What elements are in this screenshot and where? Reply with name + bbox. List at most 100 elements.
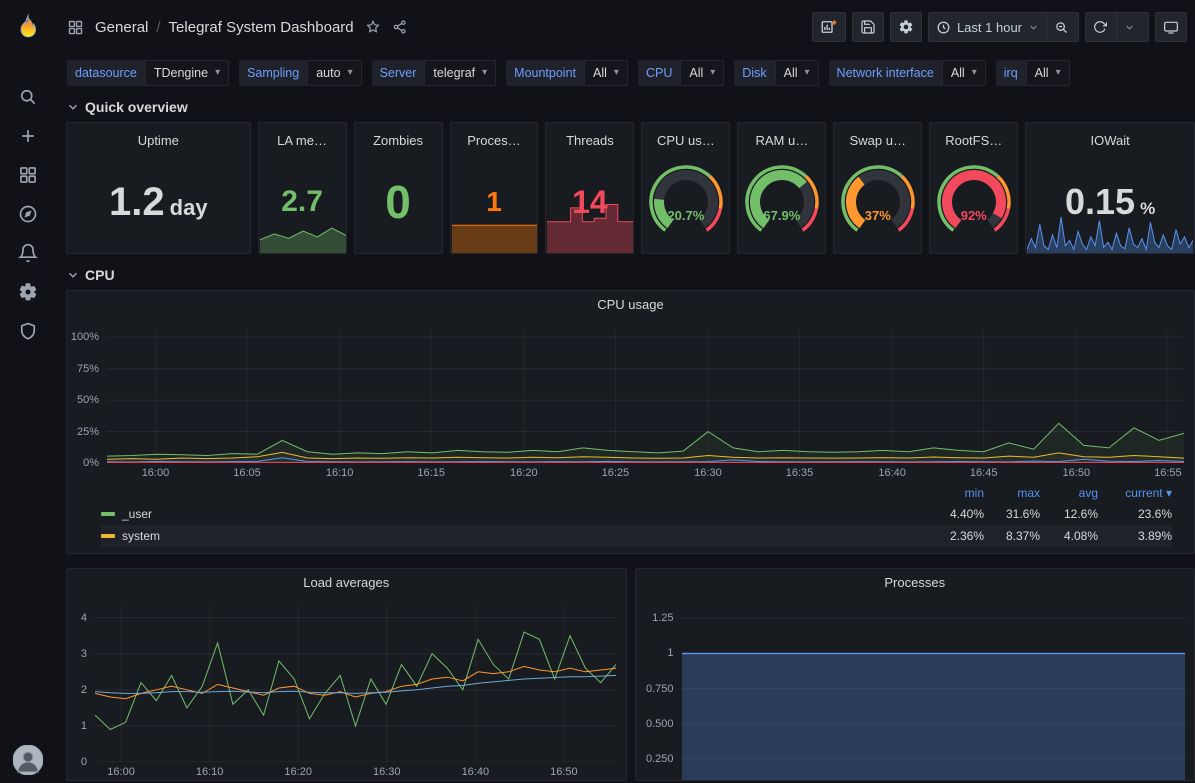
legend-value-current: 3.89%	[1098, 529, 1172, 543]
stat-panel-cpu-us: CPU us… 20.7%	[641, 122, 730, 254]
legend-series-toggle[interactable]: system	[101, 529, 926, 543]
variable-value-dropdown[interactable]: All▾	[1026, 60, 1070, 86]
legend-value-min: 4.40%	[926, 507, 984, 521]
refresh-interval-dropdown[interactable]	[1117, 12, 1149, 42]
panel-title[interactable]: Swap u…	[834, 123, 921, 151]
stat-body: 67.9%	[738, 151, 825, 253]
user-avatar[interactable]	[6, 740, 50, 779]
stat-body: 37%	[834, 151, 921, 253]
grafana-logo[interactable]	[6, 8, 50, 47]
server-admin-shield-icon[interactable]	[6, 311, 50, 350]
search-icon[interactable]	[6, 77, 50, 116]
stat-value: 1	[486, 188, 502, 216]
stat-value: 0.15%	[1065, 184, 1155, 220]
x-axis-label: 16:10	[326, 467, 354, 479]
panel-title[interactable]: Processes	[636, 569, 1195, 595]
time-range-picker[interactable]: Last 1 hour	[928, 12, 1047, 42]
zoom-out-icon	[1054, 20, 1069, 35]
panel-title[interactable]: CPU us…	[642, 123, 729, 151]
variable-value-dropdown[interactable]: TDengine▾	[145, 60, 229, 86]
variable-value: All	[1035, 66, 1049, 80]
breadcrumb-folder[interactable]: General	[95, 19, 148, 36]
sparkline	[1027, 217, 1193, 253]
legend-sort-avg[interactable]: avg	[1040, 486, 1098, 500]
refresh-button[interactable]	[1085, 12, 1117, 42]
panel-title[interactable]: RootFS…	[930, 123, 1017, 151]
legend-value-avg: 1.10%	[1040, 551, 1098, 553]
stat-panel-threads: Threads14	[545, 122, 634, 254]
stat-body: 2.7	[259, 151, 346, 253]
variable-label[interactable]: Server	[372, 60, 425, 86]
y-axis-label: 0%	[67, 458, 99, 469]
variable-value-dropdown[interactable]: All▾	[942, 60, 986, 86]
time-range-label: Last 1 hour	[957, 20, 1022, 35]
refresh-icon	[1093, 20, 1107, 34]
variable-label[interactable]: datasource	[67, 60, 145, 86]
y-axis-label: 50%	[67, 395, 99, 406]
load-averages-plot[interactable]	[95, 605, 616, 762]
sidebar	[0, 0, 55, 783]
legend-sort-min[interactable]: min	[926, 486, 984, 500]
panel-title[interactable]: IOWait	[1026, 123, 1194, 151]
legend-sort-current[interactable]: current ▾	[1098, 486, 1172, 500]
x-axis-label: 16:20	[510, 467, 538, 479]
share-icon[interactable]	[392, 19, 408, 35]
y-axis-label: 4	[67, 613, 87, 624]
variable-value-dropdown[interactable]: telegraf▾	[424, 60, 496, 86]
gauge: 20.7%	[647, 163, 725, 241]
stat-panel-zombies: Zombies0	[354, 122, 443, 254]
variable-value-dropdown[interactable]: All▾	[775, 60, 819, 86]
legend-series-toggle[interactable]: iowait	[101, 551, 926, 553]
panel-title[interactable]: Uptime	[67, 123, 250, 151]
variable-label[interactable]: CPU	[638, 60, 680, 86]
variable-label[interactable]: Network interface	[829, 60, 942, 86]
variable-value: All	[784, 66, 798, 80]
stat-body: 0.15%	[1026, 151, 1194, 253]
legend-sort-max[interactable]: max	[984, 486, 1040, 500]
x-axis-label: 16:00	[107, 766, 135, 778]
legend-series-toggle[interactable]: _user	[101, 507, 926, 521]
variable-value-dropdown[interactable]: All▾	[680, 60, 724, 86]
zoom-out-button[interactable]	[1047, 12, 1079, 42]
legend-value-min: 2.36%	[926, 529, 984, 543]
star-icon[interactable]	[365, 19, 381, 35]
section-quick-overview[interactable]: Quick overview	[66, 92, 1195, 122]
panel-title[interactable]: CPU usage	[67, 291, 1194, 317]
breadcrumb-dashboard[interactable]: Telegraf System Dashboard	[169, 19, 354, 36]
variable-value-dropdown[interactable]: All▾	[584, 60, 628, 86]
variable-label[interactable]: Disk	[734, 60, 774, 86]
legend-value-avg: 12.6%	[1040, 507, 1098, 521]
cpu-legend: minmaxavgcurrent ▾_user4.40%31.6%12.6%23…	[67, 481, 1194, 553]
explore-compass-icon[interactable]	[6, 194, 50, 233]
legend-value-current: 23.6%	[1098, 507, 1172, 521]
configuration-gear-icon[interactable]	[6, 272, 50, 311]
y-axis-label: 0.500	[636, 719, 674, 730]
stat-body: 1	[451, 151, 538, 253]
dashboard-settings-button[interactable]	[890, 12, 922, 42]
dashboards-icon[interactable]	[6, 155, 50, 194]
stat-panel-la-me: LA me…2.7	[258, 122, 347, 254]
processes-plot[interactable]	[682, 605, 1185, 780]
panel-title[interactable]: Proces…	[451, 123, 538, 151]
variable-label[interactable]: irq	[996, 60, 1026, 86]
alerting-bell-icon[interactable]	[6, 233, 50, 272]
chevron-down-icon	[1028, 22, 1039, 33]
section-cpu[interactable]: CPU	[66, 260, 1195, 290]
tv-mode-button[interactable]	[1155, 12, 1187, 42]
panel-title[interactable]: RAM u…	[738, 123, 825, 151]
add-panel-button[interactable]	[812, 12, 846, 42]
variable-label[interactable]: Mountpoint	[506, 60, 584, 86]
variable-label[interactable]: Sampling	[239, 60, 307, 86]
create-plus-icon[interactable]	[6, 116, 50, 155]
cpu-usage-plot[interactable]	[107, 331, 1184, 463]
breadcrumb: General / Telegraf System Dashboard	[95, 19, 354, 36]
variable-value-dropdown[interactable]: auto▾	[307, 60, 361, 86]
y-axis-label: 1.25	[636, 613, 674, 624]
panel-title[interactable]: LA me…	[259, 123, 346, 151]
panel-title[interactable]: Zombies	[355, 123, 442, 151]
panel-title[interactable]: Load averages	[67, 569, 626, 595]
gauge: 37%	[839, 163, 917, 241]
x-axis-label: 16:25	[602, 467, 630, 479]
panel-title[interactable]: Threads	[546, 123, 633, 151]
save-dashboard-button[interactable]	[852, 12, 884, 42]
